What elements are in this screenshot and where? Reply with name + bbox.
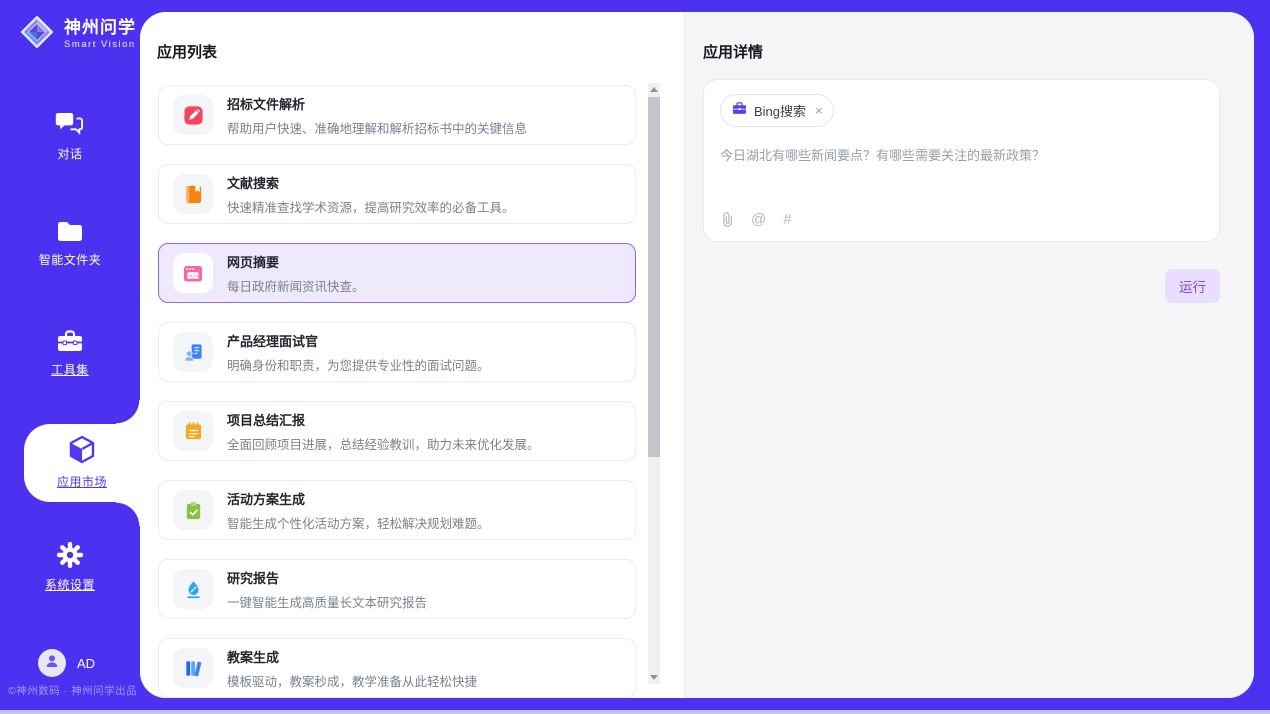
edit-pen-icon <box>173 95 213 135</box>
app-list-title: 应用列表 <box>157 41 217 62</box>
close-icon[interactable]: × <box>815 103 823 118</box>
query-text[interactable]: 今日湖北有哪些新闻要点？有哪些需要关注的最新政策？ <box>720 145 1203 164</box>
app-card-title: 招标文件解析 <box>227 94 527 113</box>
sidebar-item-label: 对话 <box>57 147 82 161</box>
app-card-title: 活动方案生成 <box>227 489 490 508</box>
svg-text:</>: </> <box>189 273 198 279</box>
diamond-logo-icon <box>18 13 56 56</box>
avatar <box>38 649 66 677</box>
app-card-description: 快速精准查找学术资源，提高研究效率的必备工具。 <box>227 197 515 216</box>
sidebar-item-label: 应用市场 <box>57 475 107 489</box>
app-card-description: 模板驱动，教案秒成，教学准备从此轻松快捷 <box>227 671 477 690</box>
paperclip-icon[interactable] <box>721 211 734 228</box>
bottom-edge-strip <box>0 710 1270 714</box>
interviewer-icon <box>173 332 213 372</box>
active-nav-bubble: 应用市场 <box>24 424 140 502</box>
user-account[interactable]: AD <box>38 649 95 677</box>
app-card-list: 招标文件解析 帮助用户快速、准确地理解和解析招标书中的关键信息 文献搜索 快速精… <box>158 85 636 698</box>
cube-icon <box>24 434 140 466</box>
app-card-title: 产品经理面试官 <box>227 331 490 350</box>
toolbox-icon <box>0 328 140 354</box>
brand-name: 神州问学 <box>64 19 136 38</box>
scrollbar-down-arrow-icon[interactable] <box>650 675 658 680</box>
app-card-description: 一键智能生成高质量长文本研究报告 <box>227 592 427 611</box>
app-card-title: 研究报告 <box>227 568 427 587</box>
run-row: 运行 <box>703 269 1220 303</box>
app-card-description: 全面回顾项目进展，总结经验教训，助力未来优化发展。 <box>227 434 540 453</box>
app-list-panel: 应用列表 招标文件解析 帮助用户快速、准确地理解和解析招标书中的关键信息 <box>140 12 684 698</box>
hash-icon[interactable]: # <box>783 211 791 228</box>
sidebar-item-toolset[interactable]: 工具集 <box>0 328 140 379</box>
app-card-event-plan[interactable]: 活动方案生成 智能生成个性化活动方案，轻松解决规划难题。 <box>158 480 636 540</box>
app-card-research-report[interactable]: 研究报告 一键智能生成高质量长文本研究报告 <box>158 559 636 619</box>
app-card-project-summary[interactable]: 项目总结汇报 全面回顾项目进展，总结经验教训，助力未来优化发展。 <box>158 401 636 461</box>
app-card-title: 项目总结汇报 <box>227 410 540 429</box>
copyright-footer: ©神州数码 · 神州问学出品 <box>8 683 137 698</box>
folder-icon <box>0 220 140 244</box>
app-card-lesson-plan[interactable]: 教案生成 模板驱动，教案秒成，教学准备从此轻松快捷 <box>158 638 636 698</box>
app-list-scrollbar[interactable] <box>648 83 660 684</box>
sidebar-item-label: 工具集 <box>51 363 89 377</box>
book-icon <box>173 174 213 214</box>
sidebar: 神州问学 Smart Vision 对话 智能文件夹 <box>0 0 140 714</box>
chat-icon <box>0 110 140 138</box>
books-icon <box>173 648 213 688</box>
user-initials: AD <box>77 656 95 671</box>
app-logo: 神州问学 Smart Vision <box>18 13 136 56</box>
tool-chip-bing-search[interactable]: Bing搜索 × <box>720 94 834 127</box>
app-card-description: 帮助用户快速、准确地理解和解析招标书中的关键信息 <box>227 118 527 137</box>
app-detail-title: 应用详情 <box>703 41 1220 62</box>
app-card-description: 每日政府新闻资讯快查。 <box>227 276 365 295</box>
ink-report-icon <box>173 569 213 609</box>
run-button[interactable]: 运行 <box>1165 269 1220 303</box>
app-card-title: 教案生成 <box>227 647 477 666</box>
app-card-description: 明确身份和职责，为您提供专业性的面试问题。 <box>227 355 490 374</box>
sidebar-item-smart-folder[interactable]: 智能文件夹 <box>0 220 140 269</box>
prompt-composer[interactable]: Bing搜索 × 今日湖北有哪些新闻要点？有哪些需要关注的最新政策？ @ # <box>703 79 1220 242</box>
note-icon <box>173 411 213 451</box>
sidebar-item-app-market[interactable]: 应用市场 <box>24 434 140 491</box>
composer-toolbar: @ # <box>721 211 792 228</box>
at-icon[interactable]: @ <box>751 211 766 228</box>
tool-chip-label: Bing搜索 <box>754 101 806 120</box>
sidebar-item-label: 智能文件夹 <box>39 253 102 267</box>
app-card-description: 智能生成个性化活动方案，轻松解决规划难题。 <box>227 513 490 532</box>
app-card-pm-interviewer[interactable]: 产品经理面试官 明确身份和职责，为您提供专业性的面试问题。 <box>158 322 636 382</box>
app-card-title: 网页摘要 <box>227 252 365 271</box>
briefcase-icon <box>732 101 747 120</box>
main-container: 应用列表 招标文件解析 帮助用户快速、准确地理解和解析招标书中的关键信息 <box>140 12 1254 698</box>
app-card-bid-analysis[interactable]: 招标文件解析 帮助用户快速、准确地理解和解析招标书中的关键信息 <box>158 85 636 145</box>
user-icon <box>44 653 60 674</box>
app-detail-panel: 应用详情 Bing搜索 × 今日湖北有哪些新闻要点？有哪些需要关注的最新政策？ <box>684 12 1254 698</box>
clipboard-icon <box>173 490 213 530</box>
scrollbar-thumb[interactable] <box>648 97 660 457</box>
app-card-web-summary[interactable]: </> 网页摘要 每日政府新闻资讯快查。 <box>158 243 636 303</box>
app-card-literature-search[interactable]: 文献搜索 快速精准查找学术资源，提高研究效率的必备工具。 <box>158 164 636 224</box>
browser-code-icon: </> <box>173 253 213 293</box>
scrollbar-up-arrow-icon[interactable] <box>650 87 658 92</box>
sidebar-item-chat[interactable]: 对话 <box>0 110 140 163</box>
brand-subtitle: Smart Vision <box>64 40 136 50</box>
gear-icon <box>0 541 140 569</box>
sidebar-item-settings[interactable]: 系统设置 <box>0 541 140 594</box>
sidebar-item-label: 系统设置 <box>45 578 95 592</box>
app-card-title: 文献搜索 <box>227 173 515 192</box>
